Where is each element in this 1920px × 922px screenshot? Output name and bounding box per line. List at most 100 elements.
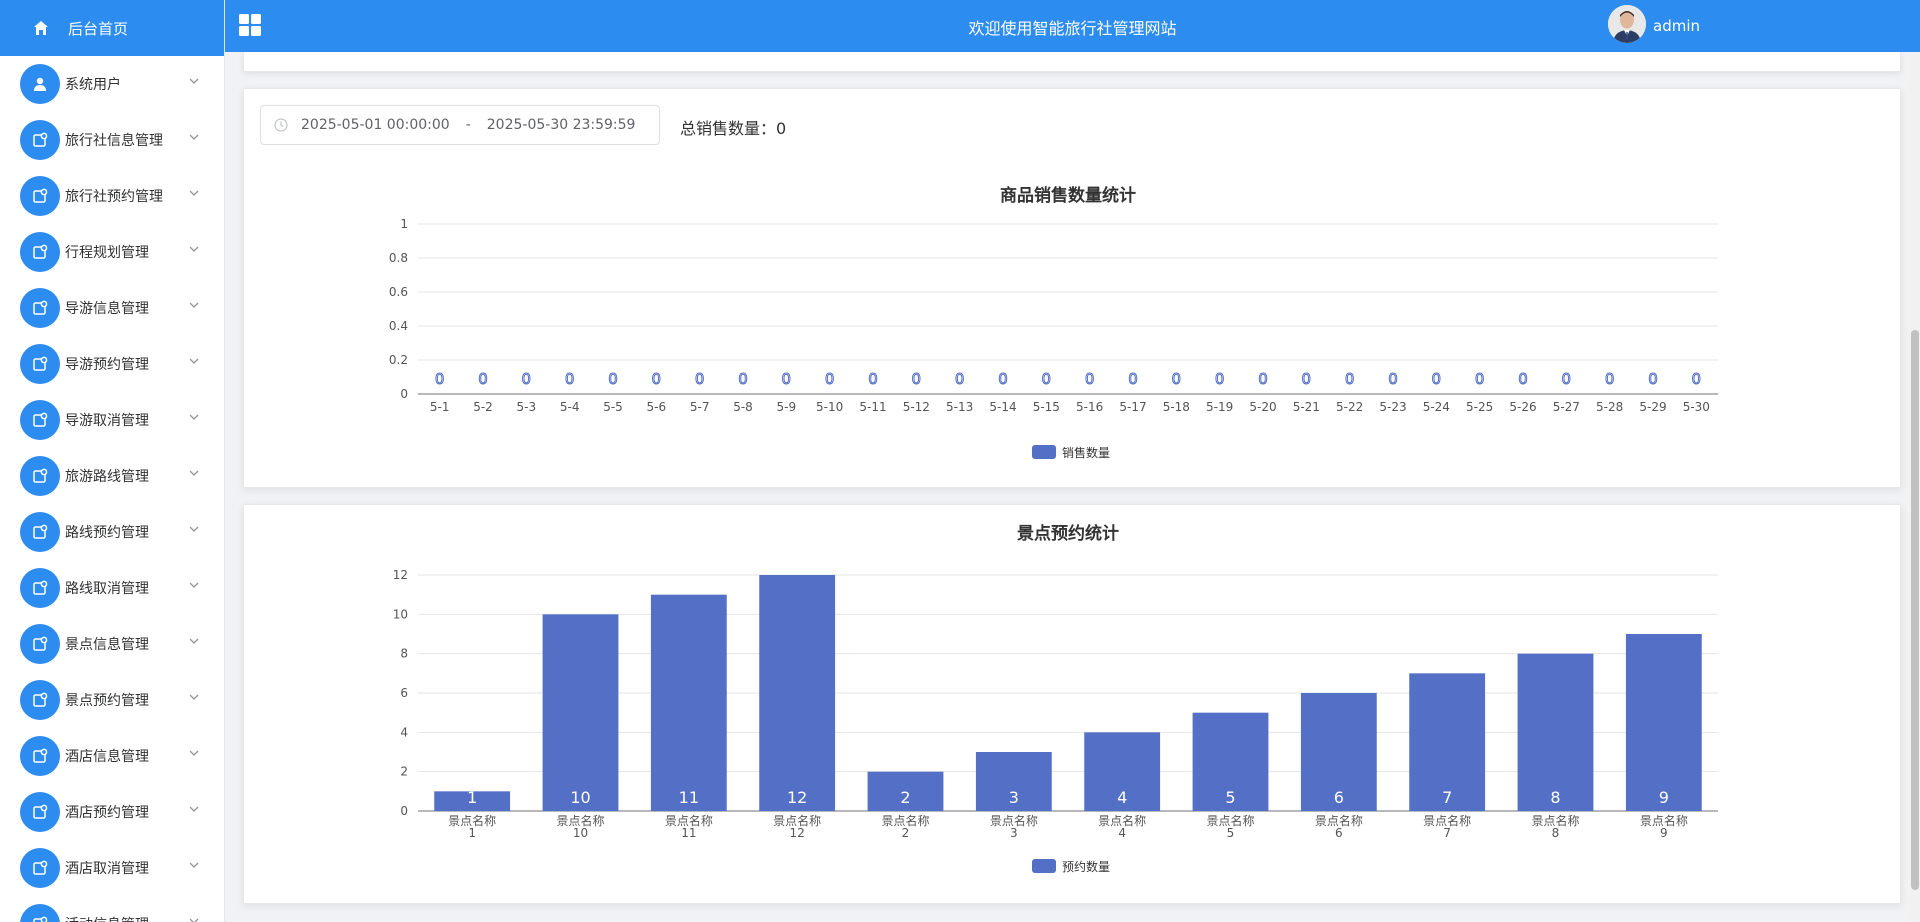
bar-value-label: 0: [1388, 370, 1398, 388]
bar-value-label: 0: [478, 370, 488, 388]
x-tick-label: 4: [1118, 826, 1126, 840]
sidebar-item-13[interactable]: 酒店信息管理: [0, 728, 224, 784]
chevron-down-icon[interactable]: [188, 187, 202, 201]
sidebar-home-label: 后台首页: [68, 19, 129, 38]
sidebar-item-6[interactable]: 导游预约管理: [0, 336, 224, 392]
chevron-down-icon[interactable]: [188, 299, 202, 313]
sidebar-item-12[interactable]: 景点预约管理: [0, 672, 224, 728]
bar-value-label: 0: [1562, 370, 1572, 388]
sidebar-item-3[interactable]: 旅行社预约管理: [0, 168, 224, 224]
bar-value-label: 0: [825, 370, 835, 388]
x-tick-label: 8: [1552, 826, 1560, 840]
sidebar-item-16[interactable]: 活动信息管理: [0, 896, 224, 922]
chevron-down-icon[interactable]: [188, 635, 202, 649]
x-tick-label: 1: [468, 826, 476, 840]
bar-value-label: 0: [782, 370, 792, 388]
bar-value-label: 0: [1345, 370, 1355, 388]
sales-card: 2025-05-01 00:00:00 - 2025-05-30 23:59:5…: [243, 88, 1901, 488]
sidebar-item-10[interactable]: 路线取消管理: [0, 560, 224, 616]
chevron-down-icon[interactable]: [188, 691, 202, 705]
sidebar-item-2[interactable]: 旅行社信息管理: [0, 112, 224, 168]
sidebar-item-1[interactable]: 系统用户: [0, 56, 224, 112]
chevron-down-icon[interactable]: [188, 523, 202, 537]
chevron-down-icon[interactable]: [188, 915, 202, 922]
x-tick-label: 5-19: [1206, 400, 1233, 414]
chevron-down-icon[interactable]: [188, 747, 202, 761]
bar-value-label: 0: [1518, 370, 1528, 388]
x-tick-label: 5-26: [1509, 400, 1536, 414]
x-tick-label: 7: [1443, 826, 1451, 840]
scrollbar-thumb[interactable]: [1911, 330, 1919, 890]
doc-icon: [20, 792, 60, 832]
x-tick-label: 6: [1335, 826, 1343, 840]
chevron-down-icon[interactable]: [188, 75, 202, 89]
x-tick-label: 5-27: [1553, 400, 1580, 414]
doc-icon: [20, 232, 60, 272]
chevron-down-icon[interactable]: [188, 411, 202, 425]
x-tick-label: 5-13: [946, 400, 973, 414]
bar-value-label: 0: [522, 370, 532, 388]
chevron-down-icon[interactable]: [188, 131, 202, 145]
top-header: 欢迎使用智能旅行社管理网站 admin: [225, 0, 1920, 52]
x-tick-label: 5-17: [1119, 400, 1146, 414]
bar: [1625, 634, 1702, 811]
legend-swatch: [1032, 859, 1056, 873]
bar-value-label: 12: [787, 788, 807, 807]
bar-value-label: 0: [652, 370, 662, 388]
attraction-chart: 景点预约统计0246810121景点名称110景点名称1011景点名称1112景…: [393, 523, 1718, 874]
x-tick-label: 5-30: [1683, 400, 1710, 414]
bar-value-label: 0: [695, 370, 705, 388]
chevron-down-icon[interactable]: [188, 579, 202, 593]
y-tick-label: 6: [400, 686, 408, 700]
bar-value-label: 0: [1258, 370, 1268, 388]
x-tick-label: 5-6: [647, 400, 667, 414]
sidebar-item-8[interactable]: 旅游路线管理: [0, 448, 224, 504]
chart-title: 景点预约统计: [1017, 523, 1119, 544]
sidebar-item-11[interactable]: 景点信息管理: [0, 616, 224, 672]
page-scrollbar[interactable]: [1910, 52, 1920, 922]
chevron-down-icon[interactable]: [188, 243, 202, 257]
x-tick-label: 5-29: [1639, 400, 1666, 414]
bar-value-label: 0: [565, 370, 575, 388]
doc-icon: [20, 512, 60, 552]
chevron-down-icon[interactable]: [188, 803, 202, 817]
chevron-down-icon[interactable]: [188, 355, 202, 369]
sidebar-item-9[interactable]: 路线预约管理: [0, 504, 224, 560]
legend-label: 预约数量: [1062, 859, 1110, 874]
x-tick-label: 5-12: [903, 400, 930, 414]
y-tick-label: 8: [400, 647, 408, 661]
x-tick-label: 5-20: [1249, 400, 1276, 414]
x-tick-label: 5-18: [1163, 400, 1190, 414]
y-tick-label: 0.8: [389, 251, 408, 265]
avatar[interactable]: [1608, 5, 1646, 43]
doc-icon: [20, 568, 60, 608]
chevron-down-icon[interactable]: [188, 467, 202, 481]
y-tick-label: 10: [393, 607, 408, 621]
sidebar-item-14[interactable]: 酒店预约管理: [0, 784, 224, 840]
bar-value-label: 0: [1432, 370, 1442, 388]
x-tick-label: 5-28: [1596, 400, 1623, 414]
doc-icon: [20, 680, 60, 720]
x-tick-label: 5-3: [517, 400, 537, 414]
bar-value-label: 6: [1334, 788, 1344, 807]
legend-label: 销售数量: [1062, 445, 1110, 460]
bar-value-label: 7: [1442, 788, 1452, 807]
y-tick-label: 2: [400, 765, 408, 779]
sidebar-item-15[interactable]: 酒店取消管理: [0, 840, 224, 896]
sales-chart: 商品销售数量统计00.20.40.60.8105-105-205-305-405…: [389, 185, 1718, 460]
bar-value-label: 1: [467, 788, 477, 807]
bar-value-label: 0: [912, 370, 922, 388]
sidebar-item-home[interactable]: 后台首页: [0, 0, 224, 56]
bar-value-label: 0: [1085, 370, 1095, 388]
bar-value-label: 0: [1128, 370, 1138, 388]
sidebar-item-4[interactable]: 行程规划管理: [0, 224, 224, 280]
y-tick-label: 0.2: [389, 353, 408, 367]
x-tick-label: 5-22: [1336, 400, 1363, 414]
doc-icon: [20, 848, 60, 888]
chevron-down-icon[interactable]: [188, 859, 202, 873]
x-tick-label: 10: [573, 826, 588, 840]
x-tick-label: 5-1: [430, 400, 450, 414]
sidebar-item-7[interactable]: 导游取消管理: [0, 392, 224, 448]
username[interactable]: admin: [1653, 17, 1700, 35]
sidebar-item-5[interactable]: 导游信息管理: [0, 280, 224, 336]
